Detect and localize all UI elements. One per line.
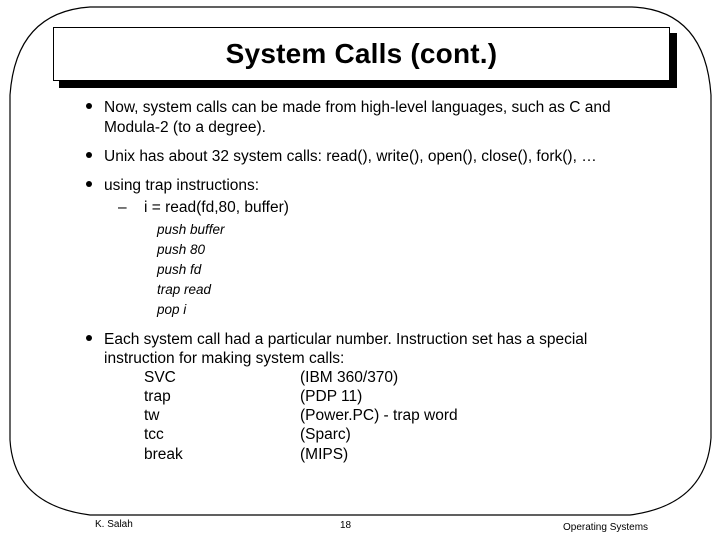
bullet-4-line-1: Each system call had a particular number… — [104, 331, 588, 348]
instruction-name: SVC — [144, 369, 176, 386]
code-line: push buffer — [157, 222, 225, 237]
architecture-name: (Power.PC) - trap word — [300, 407, 458, 424]
code-line: push 80 — [157, 242, 206, 257]
architecture-name: (MIPS) — [300, 446, 349, 463]
instruction-name: trap — [144, 388, 171, 405]
instruction-name: tw — [144, 407, 160, 424]
instruction-name: break — [144, 446, 183, 463]
code-line: push fd — [157, 262, 202, 277]
code-line: trap read — [157, 282, 212, 297]
bullet-icon — [86, 181, 92, 187]
bullet-1-line-1: Now, system calls can be made from high-… — [104, 99, 611, 116]
code-line: pop i — [157, 302, 187, 317]
slide-title: System Calls (cont.) — [225, 38, 498, 69]
footer-course: Operating Systems — [563, 522, 649, 533]
bullet-icon — [86, 335, 92, 341]
bullet-4-line-2: instruction for making system calls: — [104, 350, 345, 367]
sub-bullet-text: i = read(fd,80, buffer) — [144, 199, 289, 216]
footer-author: K. Salah — [95, 519, 133, 530]
architecture-name: (Sparc) — [300, 426, 351, 443]
architecture-name: (PDP 11) — [300, 388, 363, 405]
dash-icon: – — [118, 199, 127, 216]
bullet-1-line-2: Modula-2 (to a degree). — [104, 119, 266, 136]
footer-page-number: 18 — [340, 520, 352, 531]
instruction-name: tcc — [144, 426, 164, 443]
bullet-icon — [86, 103, 92, 109]
architecture-name: (IBM 360/370) — [300, 369, 399, 386]
bullet-icon — [86, 152, 92, 158]
bullet-3-line-1: using trap instructions: — [104, 177, 260, 194]
title-box: System Calls (cont.) — [53, 27, 670, 81]
bullet-2-line-1: Unix has about 32 system calls: read(), … — [104, 148, 597, 165]
